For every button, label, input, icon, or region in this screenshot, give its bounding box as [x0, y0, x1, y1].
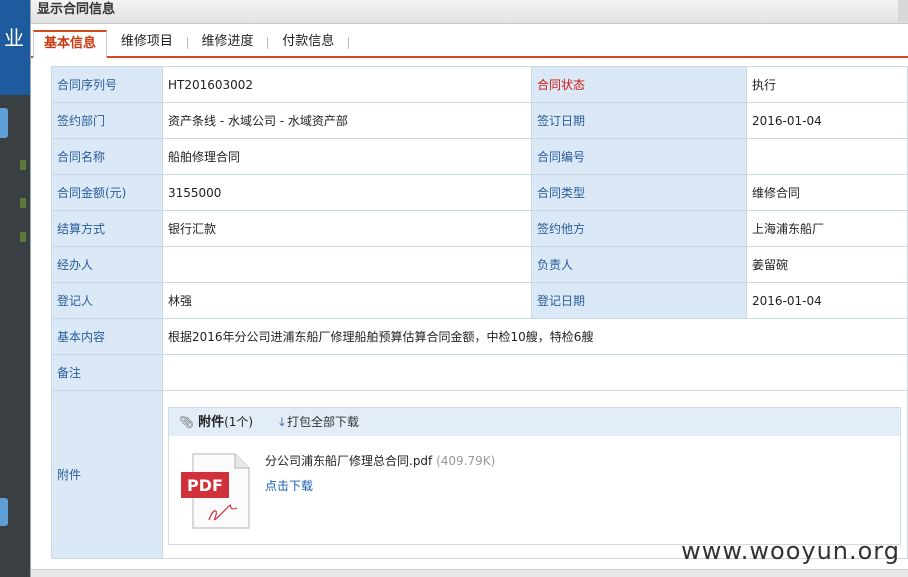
status-label: 合同状态	[531, 66, 747, 103]
file-name-text: 分公司浦东船厂修理总合同.pdf	[265, 453, 433, 468]
handler-value	[162, 246, 532, 283]
download-all-link[interactable]: ↓打包全部下载	[277, 415, 359, 429]
file-name: 分公司浦东船厂修理总合同.pdf (409.79K)	[265, 452, 495, 469]
dialog-bottom-bar	[31, 569, 908, 577]
number-label: 合同编号	[531, 138, 747, 175]
table-row: 附件 📎︎ 附件(1个) ↓打包全部下载 PDF 分公司浦东船厂修理总合同.pd…	[51, 390, 908, 559]
table-row: 合同名称 船舶修理合同 合同编号	[51, 138, 908, 175]
dept-value: 资产条线 - 水域公司 - 水域资产部	[162, 102, 532, 139]
type-value: 维修合同	[746, 174, 908, 211]
table-row: 基本内容 根据2016年分公司进浦东船厂修理船舶预算估算合同金额，中检10艘，特…	[51, 318, 908, 355]
paperclip-icon: 📎︎	[179, 414, 195, 429]
table-row: 经办人 负责人 姜留碗	[51, 246, 908, 283]
table-row: 备注	[51, 354, 908, 391]
attachment-title: 附件	[198, 414, 225, 430]
tab-repair-items[interactable]: 维修项目	[111, 30, 183, 56]
dialog-title: 显示合同信息	[37, 2, 116, 17]
background-button[interactable]	[0, 498, 8, 526]
attachment-panel: 📎︎ 附件(1个) ↓打包全部下载 PDF 分公司浦东船厂修理总合同.pdf (…	[168, 406, 901, 545]
party-value: 上海浦东船厂	[746, 210, 908, 247]
name-value: 船舶修理合同	[162, 138, 532, 175]
file-download-link[interactable]: 点击下载	[265, 477, 313, 494]
pdf-file-icon[interactable]: PDF	[179, 450, 259, 530]
download-arrow-icon: ↓	[276, 414, 287, 429]
table-row: 结算方式 银行汇款 签约他方 上海浦东船厂	[51, 210, 908, 247]
dialog-corner	[898, 0, 908, 22]
dept-label: 签约部门	[51, 102, 163, 139]
tab-separator	[267, 37, 269, 49]
attachment-count: (1个)	[224, 414, 254, 429]
background-title-fragment: 业	[4, 26, 24, 50]
owner-value: 姜留碗	[746, 246, 908, 283]
tab-repair-progress[interactable]: 维修进度	[192, 30, 264, 56]
amount-label: 合同金额(元)	[51, 174, 163, 211]
reg-date-label: 登记日期	[531, 282, 747, 319]
tab-payment-info[interactable]: 付款信息	[272, 30, 344, 56]
reg-date-value: 2016-01-04	[746, 282, 908, 319]
name-label: 合同名称	[51, 138, 163, 175]
dialog-title-bar[interactable]: 显示合同信息	[31, 0, 908, 24]
content-value: 根据2016年分公司进浦东船厂修理船舶预算估算合同金额，中检10艘，特检6艘	[162, 318, 908, 355]
sign-date-label: 签订日期	[531, 102, 747, 139]
attachment-header: 📎︎ 附件(1个) ↓打包全部下载	[169, 407, 900, 436]
content-label: 基本内容	[51, 318, 163, 355]
watermark: www.wooyun.org	[681, 537, 900, 565]
table-row: 签约部门 资产条线 - 水域公司 - 水域资产部 签订日期 2016-01-04	[51, 102, 908, 139]
contract-dialog: 显示合同信息 基本信息 维修项目 维修进度 付款信息 合同序列号 HT20160…	[30, 0, 908, 577]
party-label: 签约他方	[531, 210, 747, 247]
tab-basic-info[interactable]: 基本信息	[33, 30, 108, 58]
handler-label: 经办人	[51, 246, 163, 283]
table-row: 合同金额(元) 3155000 合同类型 维修合同	[51, 174, 908, 211]
registrar-value: 林强	[162, 282, 532, 319]
file-size: (409.79K)	[436, 453, 496, 468]
attachment-body: PDF 分公司浦东船厂修理总合同.pdf (409.79K) 点击下载	[169, 436, 900, 544]
amount-value: 3155000	[162, 174, 532, 211]
contract-info-table: 合同序列号 HT201603002 合同状态 执行 签约部门 资产条线 - 水域…	[51, 66, 908, 559]
tab-separator	[186, 37, 188, 49]
background-marker	[20, 232, 26, 242]
table-row: 登记人 林强 登记日期 2016-01-04	[51, 282, 908, 319]
contract-content: 合同序列号 HT201603002 合同状态 执行 签约部门 资产条线 - 水域…	[51, 66, 908, 559]
remark-value	[162, 354, 908, 391]
sign-date-value: 2016-01-04	[746, 102, 908, 139]
background-button[interactable]	[0, 108, 8, 138]
settle-value: 银行汇款	[162, 210, 532, 247]
attach-cell: 📎︎ 附件(1个) ↓打包全部下载 PDF 分公司浦东船厂修理总合同.pdf (…	[162, 390, 908, 559]
type-label: 合同类型	[531, 174, 747, 211]
background-app: 业	[0, 0, 30, 577]
pdf-icon-text: PDF	[187, 476, 223, 495]
status-value: 执行	[746, 66, 908, 103]
number-value	[746, 138, 908, 175]
background-marker	[20, 198, 26, 208]
attach-label: 附件	[51, 390, 163, 559]
owner-label: 负责人	[531, 246, 747, 283]
download-all-label: 打包全部下载	[286, 414, 359, 429]
registrar-label: 登记人	[51, 282, 163, 319]
background-marker	[20, 160, 26, 170]
serial-label: 合同序列号	[51, 66, 163, 103]
settle-label: 结算方式	[51, 210, 163, 247]
tab-separator	[348, 37, 350, 49]
remark-label: 备注	[51, 354, 163, 391]
serial-value: HT201603002	[162, 66, 532, 103]
table-row: 合同序列号 HT201603002 合同状态 执行	[51, 66, 908, 103]
tab-bar: 基本信息 维修项目 维修进度 付款信息	[31, 24, 908, 58]
